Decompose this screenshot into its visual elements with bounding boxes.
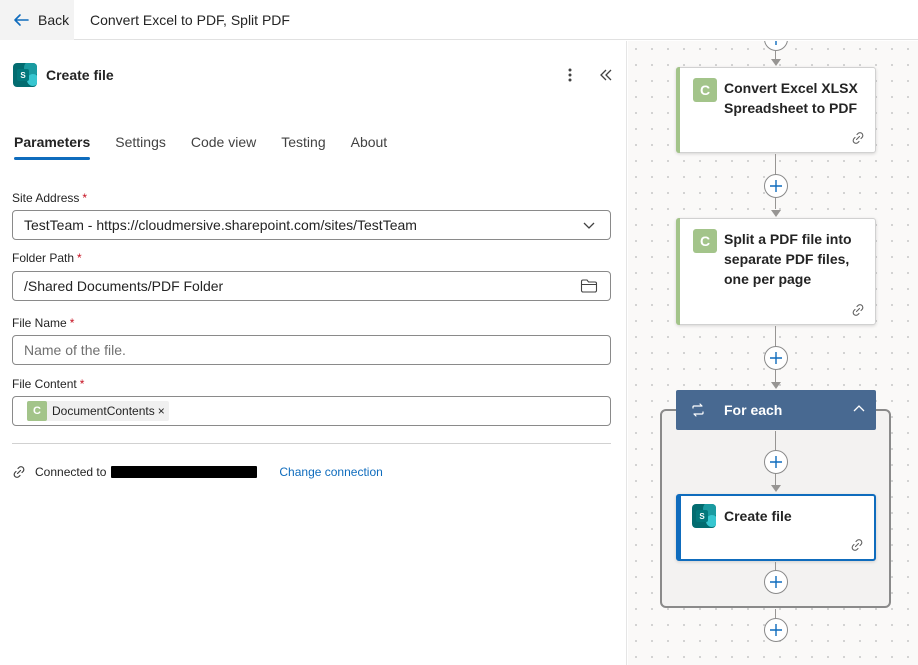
collapse-panel-button[interactable] xyxy=(596,65,616,85)
card-title: Split a PDF file into separate PDF files… xyxy=(724,231,852,287)
remove-token-button[interactable]: × xyxy=(158,404,165,418)
more-options-button[interactable] xyxy=(560,65,580,85)
file-name-placeholder: Name of the file. xyxy=(24,342,126,358)
top-bar: Back Convert Excel to PDF, Split PDF xyxy=(0,0,918,40)
panel-title: Create file xyxy=(46,67,114,83)
plus-icon xyxy=(770,456,782,468)
plus-icon xyxy=(770,180,782,192)
action-card-create-file[interactable]: S Create file xyxy=(676,494,876,561)
cloudmersive-icon: C xyxy=(693,229,717,253)
file-content-label: File Content * xyxy=(12,377,84,391)
double-chevron-left-icon xyxy=(600,69,612,81)
plus-icon xyxy=(775,41,777,45)
plus-icon xyxy=(770,624,782,636)
token-label: DocumentContents xyxy=(52,404,155,418)
connector-arrow xyxy=(771,382,781,389)
arrow-left-icon xyxy=(14,13,29,26)
sharepoint-icon: S xyxy=(692,504,716,528)
site-address-label-text: Site Address xyxy=(12,191,80,205)
plus-icon xyxy=(770,352,782,364)
folder-icon[interactable] xyxy=(579,276,599,296)
card-accent xyxy=(676,67,680,153)
card-accent xyxy=(676,218,680,325)
site-address-value: TestTeam - https://cloudmersive.sharepoi… xyxy=(24,217,417,233)
required-marker: * xyxy=(69,316,75,330)
change-connection-link[interactable]: Change connection xyxy=(279,465,382,479)
connected-to-label: Connected to xyxy=(35,465,107,479)
back-button[interactable]: Back xyxy=(0,0,74,40)
link-icon xyxy=(13,466,25,478)
loop-icon xyxy=(692,403,704,417)
required-marker: * xyxy=(77,251,82,265)
folder-path-value: /Shared Documents/PDF Folder xyxy=(24,278,224,294)
link-icon xyxy=(851,539,863,551)
link-icon xyxy=(852,304,864,316)
action-card-convert[interactable]: C Convert Excel XLSX Spreadsheet to PDF xyxy=(676,67,876,153)
required-marker: * xyxy=(82,191,88,205)
chevron-up-icon[interactable] xyxy=(852,402,866,416)
insert-step-button[interactable] xyxy=(764,346,788,370)
tab-settings[interactable]: Settings xyxy=(115,134,166,159)
connection-info: Connected to Change connection xyxy=(12,465,383,479)
insert-step-button[interactable] xyxy=(764,41,788,51)
cloudmersive-icon: C xyxy=(27,401,47,421)
required-marker: * xyxy=(79,377,85,391)
file-content-label-text: File Content xyxy=(12,377,77,391)
action-details-panel: S Create file Parameters Settings Code v… xyxy=(0,41,627,665)
tab-about[interactable]: About xyxy=(351,134,388,159)
sharepoint-icon: S xyxy=(13,63,37,87)
for-each-header[interactable]: For each xyxy=(676,390,876,430)
tab-code-view[interactable]: Code view xyxy=(191,134,256,159)
site-address-label: Site Address * xyxy=(12,191,87,205)
chevron-down-icon xyxy=(579,215,599,235)
connector-arrow xyxy=(771,59,781,66)
document-contents-token[interactable]: C DocumentContents × xyxy=(27,401,169,421)
file-content-input[interactable]: C DocumentContents × xyxy=(12,396,611,426)
back-label: Back xyxy=(38,11,70,28)
divider xyxy=(12,443,611,444)
file-name-label: File Name * xyxy=(12,316,74,330)
folder-path-label-text: Folder Path xyxy=(12,251,75,265)
link-icon xyxy=(852,132,864,144)
insert-step-button[interactable] xyxy=(764,570,788,594)
file-name-input[interactable]: Name of the file. xyxy=(12,335,611,365)
connector-arrow xyxy=(771,210,781,217)
flow-title: Convert Excel to PDF, Split PDF xyxy=(90,11,290,28)
more-vertical-icon xyxy=(568,68,572,82)
redacted-account xyxy=(111,466,258,478)
card-title: Convert Excel XLSX Spreadsheet to PDF xyxy=(724,80,858,116)
insert-step-button[interactable] xyxy=(764,618,788,642)
plus-icon xyxy=(770,576,782,588)
flow-canvas[interactable]: C Convert Excel XLSX Spreadsheet to PDF … xyxy=(628,41,918,665)
insert-step-button[interactable] xyxy=(764,174,788,198)
folder-path-label: Folder Path * xyxy=(12,251,82,265)
tab-list: Parameters Settings Code view Testing Ab… xyxy=(14,134,388,160)
site-address-dropdown[interactable]: TestTeam - https://cloudmersive.sharepoi… xyxy=(12,210,611,240)
card-accent xyxy=(677,495,681,560)
card-title: Create file xyxy=(724,508,792,524)
file-name-label-text: File Name xyxy=(12,316,67,330)
action-card-split[interactable]: C Split a PDF file into separate PDF fil… xyxy=(676,218,876,325)
tab-parameters[interactable]: Parameters xyxy=(14,134,91,160)
cloudmersive-icon: C xyxy=(693,78,717,102)
tab-testing[interactable]: Testing xyxy=(281,134,325,159)
insert-step-button[interactable] xyxy=(764,450,788,474)
panel-header: S Create file xyxy=(13,63,114,87)
connector-arrow xyxy=(771,485,781,492)
for-each-title: For each xyxy=(724,402,783,418)
folder-path-input[interactable]: /Shared Documents/PDF Folder xyxy=(12,271,611,301)
